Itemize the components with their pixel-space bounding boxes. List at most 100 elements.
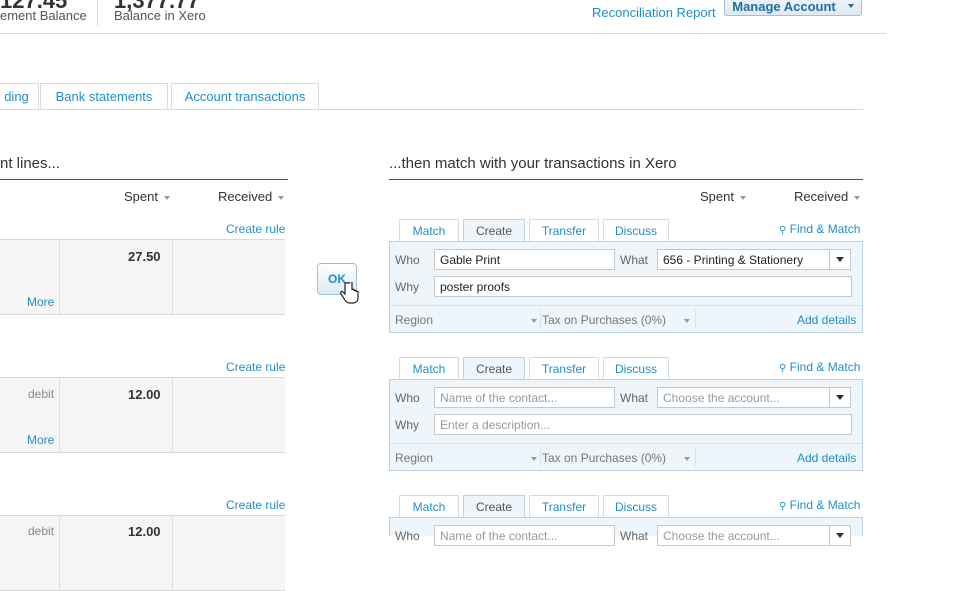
statement-balance-label: ement Balance: [0, 8, 87, 23]
tab-label: Discuss: [614, 361, 657, 376]
chevron-down-icon: [847, 4, 854, 8]
right-spent-header[interactable]: Spent: [700, 189, 746, 204]
spent-amount: 12.00: [128, 387, 161, 402]
chevron-down-icon: [836, 395, 844, 400]
tab-label: Match: [412, 361, 446, 376]
what-select-placeholder: Choose the account...: [663, 391, 780, 405]
who-input[interactable]: Name of the contact...: [434, 387, 615, 408]
tab-transfer[interactable]: Transfer: [529, 495, 599, 517]
find-match-link[interactable]: ⚲ Find & Match: [779, 360, 860, 374]
add-details-link[interactable]: Add details: [797, 313, 856, 327]
chevron-down-icon: [836, 257, 844, 262]
tab-transfer[interactable]: Transfer: [529, 219, 599, 241]
tab-create[interactable]: Create: [463, 495, 525, 518]
tab-match[interactable]: Match: [399, 219, 459, 241]
dropdown-arrow-icon[interactable]: [829, 250, 850, 269]
what-label: What: [620, 391, 649, 405]
who-label: Who: [395, 391, 420, 405]
sort-caret-icon: [854, 195, 861, 200]
right-received-header[interactable]: Received: [794, 189, 861, 204]
left-received-label: Received: [218, 189, 273, 204]
footer-separator: [540, 310, 541, 328]
what-label: What: [620, 253, 649, 267]
tab-create[interactable]: Create: [463, 219, 525, 242]
tax-select[interactable]: Tax on Purchases (0%): [542, 451, 690, 465]
panel-footer-rule: [390, 305, 862, 306]
who-label: Who: [395, 253, 420, 267]
left-title-rule: [0, 179, 288, 180]
column-separator: [59, 516, 60, 590]
tab-transfer[interactable]: Transfer: [529, 357, 599, 379]
sort-caret-icon: [739, 195, 746, 200]
who-label: Who: [395, 529, 420, 543]
tab-label: Discuss: [614, 499, 657, 514]
manage-account-button[interactable]: Manage Account: [724, 0, 862, 16]
create-transaction-panel: Who Gable Print What 656 - Printing & St…: [389, 241, 863, 333]
tab-create[interactable]: Create: [463, 357, 525, 380]
what-select[interactable]: Choose the account...: [657, 387, 851, 408]
panel-footer-rule: [390, 443, 862, 444]
find-match-label: Find & Match: [789, 360, 861, 374]
create-rule-link[interactable]: Create rule: [226, 360, 285, 374]
tab-reconciling[interactable]: ding: [0, 83, 39, 109]
tab-discuss[interactable]: Discuss: [603, 357, 669, 379]
statement-line[interactable]: debit 12.00: [0, 515, 285, 591]
right-spent-label: Spent: [700, 189, 734, 204]
tab-discuss[interactable]: Discuss: [603, 495, 669, 517]
what-select-value: 656 - Printing & Stationery: [663, 253, 804, 267]
left-spent-header[interactable]: Spent: [124, 189, 170, 204]
statement-line[interactable]: debit 12.00 More: [0, 377, 285, 453]
tab-account-transactions[interactable]: Account transactions: [171, 83, 319, 109]
find-match-link[interactable]: ⚲ Find & Match: [779, 222, 860, 236]
why-label: Why: [395, 280, 419, 294]
reconciliation-report-link[interactable]: Reconciliation Report: [592, 5, 716, 20]
tab-label: Match: [412, 499, 446, 514]
more-link[interactable]: More: [27, 295, 54, 309]
tab-discuss[interactable]: Discuss: [603, 219, 669, 241]
region-select[interactable]: Region: [395, 451, 537, 465]
add-details-link[interactable]: Add details: [797, 451, 856, 465]
tab-label: Transfer: [541, 499, 587, 514]
tab-match[interactable]: Match: [399, 357, 459, 379]
statement-line[interactable]: 27.50 More: [0, 239, 285, 315]
region-label: Region: [395, 313, 434, 327]
who-input[interactable]: Gable Print: [434, 249, 615, 270]
right-title-rule: [389, 179, 863, 180]
why-input[interactable]: Enter a description...: [434, 414, 852, 435]
tab-label: Transfer: [541, 361, 587, 376]
tab-match[interactable]: Match: [399, 495, 459, 517]
create-rule-link[interactable]: Create rule: [226, 222, 285, 236]
tax-label: Tax on Purchases (0%): [542, 313, 667, 327]
create-rule-link[interactable]: Create rule: [226, 498, 285, 512]
create-transaction-panel: Who Name of the contact... What Choose t…: [389, 517, 863, 546]
what-label: What: [620, 529, 649, 543]
hand-cursor-icon: [340, 282, 359, 304]
tab-label: Account transactions: [184, 89, 306, 104]
why-input[interactable]: poster proofs: [434, 276, 852, 297]
left-received-header[interactable]: Received: [218, 189, 285, 204]
dropdown-arrow-icon[interactable]: [829, 388, 850, 407]
spent-amount: 12.00: [128, 524, 161, 539]
find-match-link[interactable]: ⚲ Find & Match: [779, 498, 860, 512]
region-select[interactable]: Region: [395, 313, 537, 327]
tax-select[interactable]: Tax on Purchases (0%): [542, 313, 690, 327]
why-label: Why: [395, 418, 419, 432]
column-separator: [59, 378, 60, 452]
what-select-placeholder: Choose the account...: [663, 529, 780, 543]
column-separator: [172, 378, 173, 452]
column-separator: [59, 240, 60, 314]
tab-label: Transfer: [541, 223, 587, 238]
find-match-label: Find & Match: [789, 222, 861, 236]
footer-separator: [540, 448, 541, 466]
tab-label: Create: [475, 224, 513, 238]
spent-amount: 27.50: [128, 249, 161, 264]
statement-lines-title: nt lines...: [0, 155, 61, 172]
tab-bank-statements[interactable]: Bank statements: [40, 83, 168, 109]
chevron-down-icon: [684, 457, 690, 461]
find-match-label: Find & Match: [789, 498, 861, 512]
right-received-label: Received: [794, 189, 849, 204]
more-link[interactable]: More: [27, 433, 54, 447]
what-select[interactable]: 656 - Printing & Stationery: [657, 249, 851, 270]
tab-label: Bank statements: [55, 89, 153, 104]
chevron-down-icon: [531, 457, 537, 461]
